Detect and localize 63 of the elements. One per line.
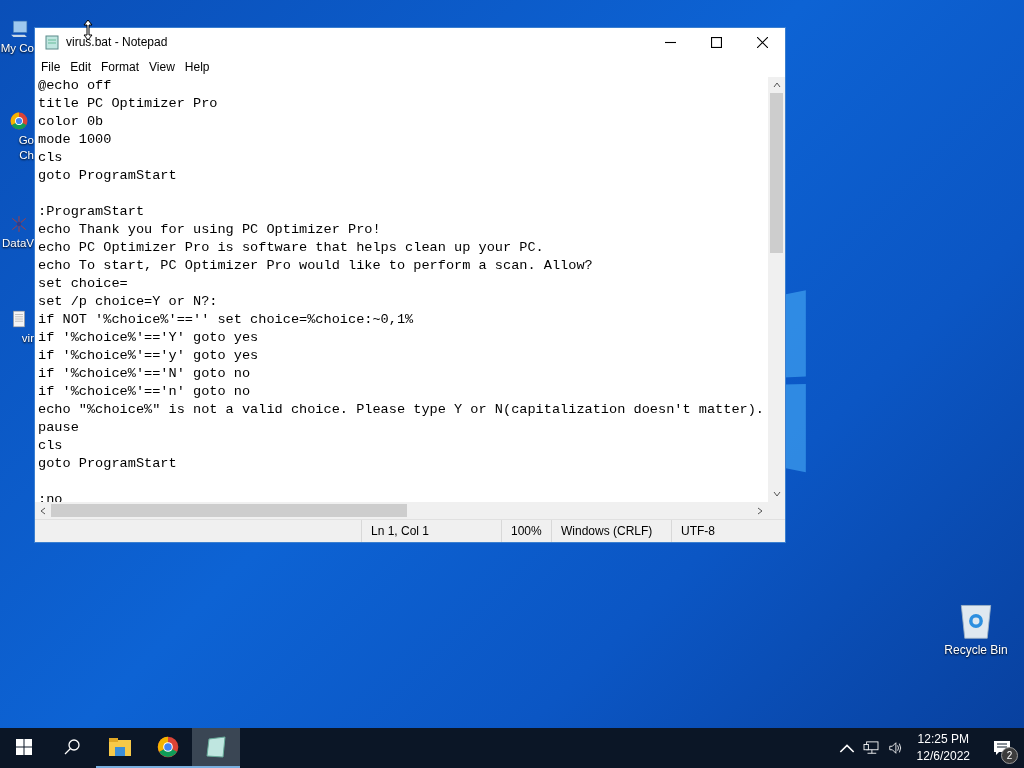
menu-item[interactable]: File [37,59,67,74]
code-line: set choice= [38,275,129,293]
volume-icon [886,741,903,755]
code-line: :ProgramStart [38,203,146,221]
scroll-up-icon [771,80,782,90]
maximize-icon [710,36,722,48]
notifications-button[interactable]: 2 [980,728,1024,768]
status-text: 100% [501,520,551,542]
scrollbar-thumb[interactable] [770,93,783,253]
code-line: echo PC Optimizer Pro is software that helps clean up your PC. [38,239,545,257]
code-line: pause [38,419,80,437]
scroll-left-icon [38,505,48,516]
icon-label: DataV [2,236,34,251]
code-line: if '%choice%'=='N' goto no [38,365,252,383]
code-line: title PC Optimizer Pro [38,95,219,113]
scroll-down-icon [771,489,782,499]
code-line: @echo off [38,77,113,95]
menu-item[interactable]: Help [180,59,216,74]
status-text: Ln 1, Col 1 [361,520,501,542]
network-icon [862,741,879,755]
status-text: UTF-8 [671,520,785,542]
horizontal-scrollbar[interactable] [35,502,768,519]
chrome-icon [157,736,179,758]
menu-item[interactable]: Format [97,59,146,74]
chrome-icon [10,112,28,130]
scrollbar-thumb[interactable] [51,504,407,517]
code-line: if '%choice%'=='y' goto yes [38,347,260,365]
computer-icon [10,20,28,38]
windows-logo-icon [16,739,32,755]
icon-label: Go Ch [18,133,34,163]
code-line: cls [38,437,64,455]
code-line: echo To start, PC Optimizer Pro would like to perform a scan. Allow? [38,257,594,275]
notepad-icon [44,34,60,50]
close-icon [756,36,768,48]
recycle-bin-icon [958,602,994,640]
notification-count: 2 [1001,747,1018,764]
vertical-scrollbar[interactable] [768,77,785,502]
notepad-button[interactable] [192,728,240,768]
code-line: mode 1000 [38,131,113,149]
notepad-icon [205,736,227,758]
scroll-right-icon [755,505,765,516]
menu-item[interactable]: Edit [66,59,98,74]
icon-label: Recycle Bin [944,643,1008,658]
code-line: echo Thank you for using PC Optimizer Pro! [38,221,382,239]
status-text: Windows (CRLF) [551,520,671,542]
code-line: goto ProgramStart [38,167,178,185]
network-graph-icon [10,215,28,233]
folder-icon [109,736,131,758]
text-file-icon [10,310,28,328]
window-title: virus.bat - Notepad [66,35,169,49]
menu-item[interactable]: View [145,59,181,74]
code-line: color 0b [38,113,105,131]
icon-label: vir [21,331,34,346]
code-line: set /p choice=Y or N?: [38,293,219,311]
search-icon [64,739,80,755]
icon-label: My Co [0,41,34,56]
code-line: cls [38,149,64,167]
code-line: if NOT '%choice%'=='' set choice=%choice:~0,1% [38,311,415,329]
code-line: echo "%choice%" is not a valid choice. Please type Y or N(capitalization doesn't matter). [38,401,766,419]
code-line: if '%choice%'=='n' goto no [38,383,252,401]
code-line: if '%choice%'=='Y' goto yes [38,329,260,347]
code-line: goto ProgramStart [38,455,178,473]
clock-button[interactable]: 12:25 PM 12/6/2022 [906,728,980,768]
